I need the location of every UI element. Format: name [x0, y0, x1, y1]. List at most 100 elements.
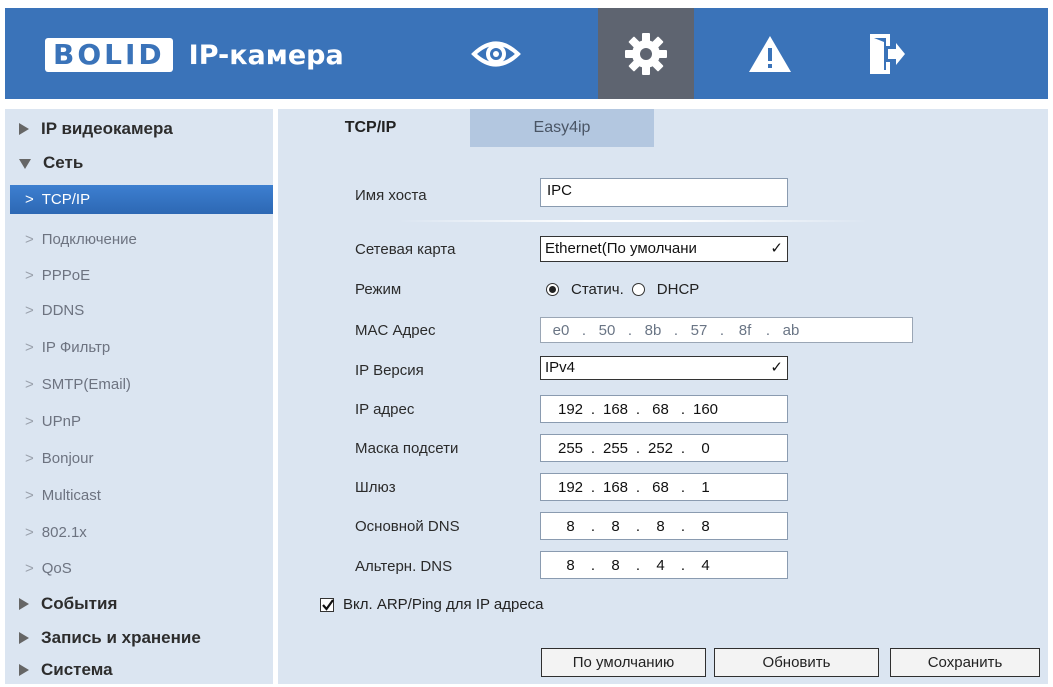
nav-logout-button[interactable] [838, 8, 934, 99]
dns2-octet[interactable]: 4 [641, 557, 680, 574]
mac-address-field: e0. 50. 8b. 57. 8f. ab [540, 317, 913, 343]
chevron-down-icon: ✓ [770, 240, 783, 257]
refresh-button[interactable]: Обновить [714, 648, 879, 677]
ip-octet[interactable]: 168 [596, 401, 635, 418]
expand-arrow-icon [19, 123, 29, 135]
static-radio[interactable] [546, 282, 559, 296]
sidebar-item-label: SMTP(Email) [41, 375, 131, 393]
sidebar-item-multicast[interactable]: > Multicast [5, 478, 273, 512]
dhcp-radio[interactable] [631, 282, 645, 296]
sidebar-item-label: QoS [41, 559, 72, 577]
settings-content: TCP/IP Easy4ip Имя хоста IPC Сетевая кар… [278, 109, 1048, 684]
dns2-octet[interactable]: 4 [686, 557, 725, 574]
mask-octet[interactable]: 252 [641, 440, 680, 457]
ip-version-select[interactable]: IPv4 ✓ [540, 356, 788, 380]
ip-octet[interactable]: 192 [551, 401, 590, 418]
sidebar-item-label: IP видеокамера [41, 119, 173, 138]
sidebar-item-label: Система [41, 660, 113, 679]
nav-live-view-button[interactable] [448, 8, 544, 99]
mask-octet[interactable]: 0 [686, 440, 725, 457]
arp-ping-label: Вкл. ARP/Ping для IP адреса [343, 596, 544, 613]
app-title: IP-камера [188, 39, 344, 71]
expand-arrow-icon [19, 664, 29, 676]
logo-mark: BOLID [45, 38, 173, 72]
sidebar-item-connection[interactable]: > Подключение [5, 222, 273, 256]
chevron-right-icon: > [25, 191, 34, 208]
dns1-octet[interactable]: 8 [686, 518, 725, 535]
sidebar-item-events[interactable]: События [5, 587, 273, 621]
gateway-input[interactable]: 192. 168. 68. 1 [540, 473, 788, 501]
nav-alarm-button[interactable] [722, 8, 818, 99]
collapse-arrow-icon [19, 159, 31, 169]
ip-octet[interactable]: 160 [686, 401, 725, 418]
gateway-octet[interactable]: 68 [641, 479, 680, 496]
nav-settings-button[interactable] [598, 8, 694, 99]
dns2-octet[interactable]: 8 [551, 557, 590, 574]
mode-label: Режим [355, 281, 402, 298]
chevron-right-icon: > [25, 375, 34, 393]
gear-icon [625, 32, 667, 75]
expand-arrow-icon [19, 598, 29, 610]
logout-icon [870, 33, 905, 74]
static-radio-label: Статич. [571, 280, 624, 298]
ip-address-label: IP адрес [355, 401, 415, 418]
sidebar-item-label: IP Фильтр [41, 338, 111, 356]
mac-octet: 8f [738, 321, 752, 339]
arp-ping-checkbox[interactable] [320, 597, 334, 612]
mac-octet: ab [782, 321, 800, 339]
sidebar-item-upnp[interactable]: > UPnP [5, 404, 273, 438]
chevron-down-icon: ✓ [770, 359, 783, 376]
sidebar-item-storage[interactable]: Запись и хранение [5, 621, 273, 655]
gateway-octet[interactable]: 1 [686, 479, 725, 496]
primary-dns-label: Основной DNS [355, 518, 460, 535]
dns1-octet[interactable]: 8 [596, 518, 635, 535]
subnet-mask-input[interactable]: 255. 255. 252. 0 [540, 434, 788, 462]
sidebar-item-label: PPPoE [41, 266, 91, 284]
ip-octet[interactable]: 68 [641, 401, 680, 418]
sidebar-item-8021x[interactable]: > 802.1x [5, 515, 273, 549]
sidebar-item-label: Multicast [41, 486, 101, 504]
sidebar-item-ip-filter[interactable]: > IP Фильтр [5, 330, 273, 364]
dns1-octet[interactable]: 8 [641, 518, 680, 535]
chevron-right-icon: > [25, 338, 34, 356]
chevron-right-icon: > [25, 523, 34, 541]
tab-easy4ip[interactable]: Easy4ip [470, 109, 654, 147]
settings-sidebar: IP видеокамера Сеть > TCP/IP > Подключен… [5, 109, 273, 684]
hostname-input[interactable]: IPC [540, 178, 788, 207]
alternate-dns-input[interactable]: 8. 8. 4. 4 [540, 551, 788, 579]
sidebar-item-qos[interactable]: > QoS [5, 551, 273, 585]
gateway-octet[interactable]: 168 [596, 479, 635, 496]
mask-octet[interactable]: 255 [596, 440, 635, 457]
chevron-right-icon: > [25, 301, 34, 319]
sidebar-item-label: События [41, 594, 118, 613]
default-button[interactable]: По умолчанию [541, 648, 706, 677]
save-button[interactable]: Сохранить [890, 648, 1040, 677]
dhcp-radio-label: DHCP [656, 280, 700, 298]
sidebar-item-smtp[interactable]: > SMTP(Email) [5, 367, 273, 401]
ip-address-input[interactable]: 192. 168. 68. 160 [540, 395, 788, 423]
sidebar-item-ddns[interactable]: > DDNS [5, 293, 273, 327]
sidebar-item-label: UPnP [41, 412, 81, 430]
chevron-right-icon: > [25, 230, 34, 248]
gateway-octet[interactable]: 192 [551, 479, 590, 496]
sidebar-item-tcpip[interactable]: > TCP/IP [10, 185, 273, 214]
checkmark-icon [322, 598, 334, 611]
sidebar-item-network[interactable]: Сеть [5, 146, 273, 180]
sidebar-item-pppoe[interactable]: > PPPoE [5, 258, 273, 292]
sidebar-item-system[interactable]: Система [5, 653, 273, 687]
sidebar-item-bonjour[interactable]: > Bonjour [5, 441, 273, 475]
primary-dns-input[interactable]: 8. 8. 8. 8 [540, 512, 788, 540]
nic-select[interactable]: Ethernet(По умолчани ✓ [540, 236, 788, 262]
sidebar-item-label: Сеть [43, 153, 84, 172]
sidebar-item-label: Запись и хранение [41, 628, 201, 647]
dns1-octet[interactable]: 8 [551, 518, 590, 535]
tab-tcpip[interactable]: TCP/IP [278, 109, 463, 147]
gateway-label: Шлюз [355, 479, 396, 496]
nic-select-value: Ethernet(По умолчани [545, 240, 697, 257]
sidebar-item-ip-camera[interactable]: IP видеокамера [5, 112, 273, 146]
mask-octet[interactable]: 255 [551, 440, 590, 457]
top-header: BOLID IP-камера [5, 8, 1048, 99]
brand-logo: BOLID IP-камера [45, 37, 344, 73]
mac-octet: e0 [552, 321, 570, 339]
dns2-octet[interactable]: 8 [596, 557, 635, 574]
